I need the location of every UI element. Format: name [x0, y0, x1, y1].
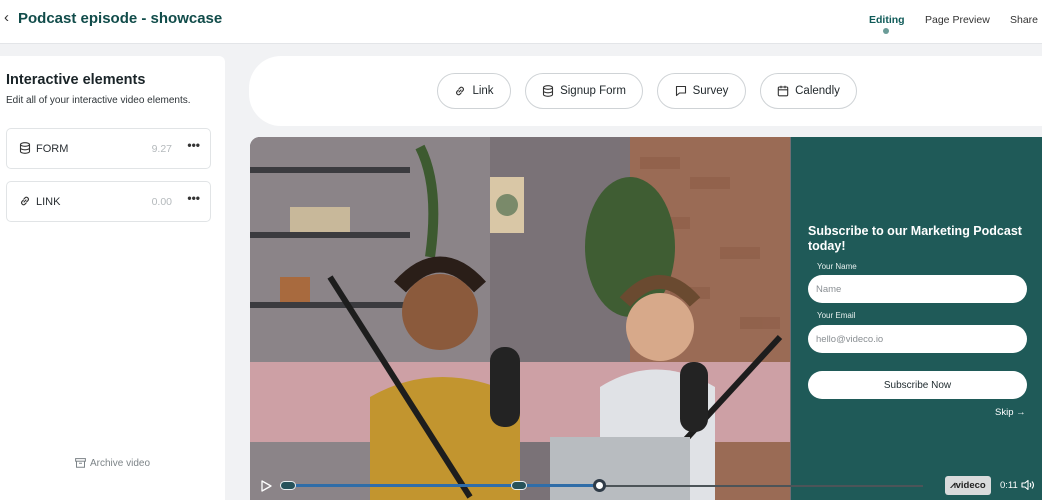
element-item-link[interactable]: LINK 0.00 •••	[6, 181, 211, 222]
page-title: Podcast episode - showcase	[18, 10, 223, 27]
add-link-label: Link	[472, 85, 494, 97]
sidebar-subtitle: Edit all of your interactive video eleme…	[6, 95, 191, 106]
database-icon	[543, 85, 554, 97]
link-icon	[456, 86, 465, 96]
element-item-label: LINK	[36, 196, 61, 208]
add-calendly-label: Calendly	[795, 85, 840, 97]
link-icon	[21, 196, 29, 206]
add-survey-button[interactable]: Survey	[657, 73, 746, 109]
add-signup-form-button[interactable]: Signup Form	[525, 73, 643, 109]
element-toolbar: Link Signup Form Survey Calendly	[249, 56, 1042, 126]
subscribe-now-button[interactable]: Subscribe Now	[808, 371, 1027, 399]
sidebar-title: Interactive elements	[6, 72, 146, 88]
videco-logo: ⩘videco	[945, 476, 991, 495]
email-field-label: Your Email	[817, 311, 856, 320]
volume-icon[interactable]	[1021, 479, 1035, 491]
database-icon	[19, 142, 31, 154]
top-bar: ‹ Podcast episode - showcase Editing Pag…	[0, 0, 1042, 44]
add-signup-form-label: Signup Form	[560, 85, 626, 97]
element-item-form[interactable]: FORM 9.27 •••	[6, 128, 211, 169]
tab-share[interactable]: Share	[1010, 14, 1038, 26]
name-field-label: Your Name	[817, 262, 857, 271]
more-options-icon[interactable]: •••	[187, 191, 200, 205]
play-icon[interactable]	[260, 480, 272, 492]
podcast-video-frame	[250, 137, 790, 500]
add-link-button[interactable]: Link	[437, 73, 511, 109]
skip-link[interactable]: Skip →	[995, 407, 1026, 418]
name-field[interactable]	[808, 275, 1027, 303]
calendar-icon	[777, 85, 789, 97]
progress-fill	[283, 484, 601, 487]
archive-video-label: Archive video	[90, 458, 151, 469]
chat-bubble-icon	[675, 85, 686, 97]
tab-editing[interactable]: Editing	[869, 14, 905, 26]
more-options-icon[interactable]: •••	[187, 138, 200, 152]
timecode: 0:11	[1000, 480, 1018, 491]
add-calendly-button[interactable]: Calendly	[760, 73, 857, 109]
overlay-title: Subscribe to our Marketing Podcast today…	[808, 224, 1022, 253]
archive-icon	[75, 458, 86, 468]
signup-form-overlay: Subscribe to our Marketing Podcast today…	[791, 137, 1042, 500]
timeline-element-marker[interactable]	[511, 481, 527, 490]
back-chevron-icon[interactable]: ‹	[4, 9, 9, 26]
interactive-elements-sidebar: Interactive elements Edit all of your in…	[0, 56, 225, 500]
active-tab-indicator	[883, 28, 889, 34]
email-field[interactable]	[808, 325, 1027, 353]
video-player[interactable]: Subscribe to our Marketing Podcast today…	[250, 137, 1042, 500]
tab-page-preview[interactable]: Page Preview	[925, 14, 990, 26]
element-item-time: 9.27	[151, 143, 172, 155]
timeline-element-marker[interactable]	[280, 481, 296, 490]
element-item-time: 0.00	[151, 196, 172, 208]
element-item-label: FORM	[36, 143, 69, 155]
add-survey-label: Survey	[692, 85, 729, 97]
archive-video-button[interactable]: Archive video	[75, 458, 150, 469]
